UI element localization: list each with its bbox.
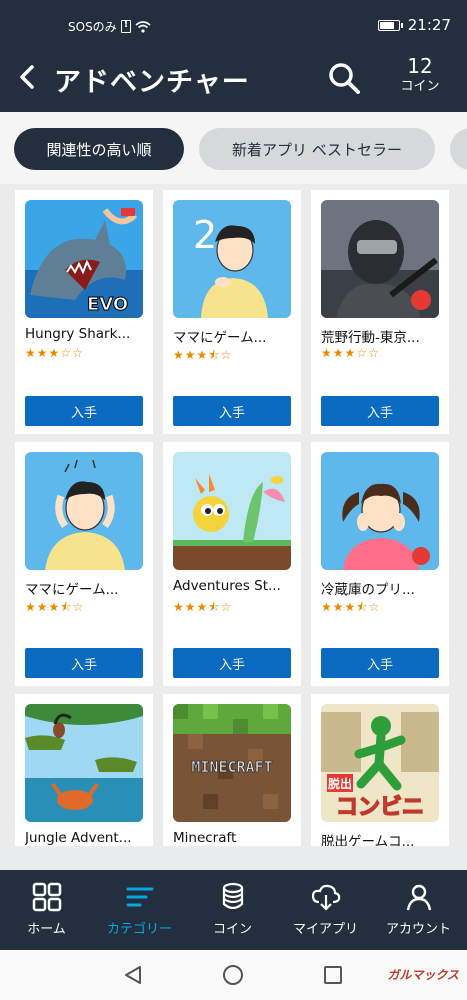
app-card[interactable]: Jungle Advent... (15, 694, 153, 846)
star-rating: ★★★☆☆ (25, 346, 84, 360)
sort-chip-new-bestseller[interactable]: 新着アプリ ベストセラー (199, 128, 435, 170)
nav-label: ホーム (27, 922, 66, 937)
sim-alert-icon (120, 19, 131, 33)
app-name: 脱出ゲームコ... (321, 834, 415, 846)
app-card[interactable]: 脱出 コンビニ 脱出ゲームコ... (311, 694, 449, 846)
sort-chip-relevance[interactable]: 関連性の高い順 (14, 128, 184, 170)
app-card[interactable]: Adventures St... ★★★⯪☆ 入手 (163, 442, 301, 686)
sort-chip-bar: 関連性の高い順 新着アプリ ベストセラー (0, 112, 467, 184)
get-button[interactable]: 入手 (25, 396, 143, 426)
categories-icon (126, 887, 153, 907)
nav-label: カテゴリー (106, 922, 172, 937)
adventures-story-icon (173, 452, 291, 570)
get-button[interactable]: 入手 (321, 648, 439, 678)
system-navigation-bar: ガルマックス (0, 950, 467, 1000)
escape-logo-text: コンビニ (336, 795, 424, 820)
app-name: 冷蔵庫のプリ... (321, 582, 415, 598)
app-name: Hungry Shark... (25, 326, 131, 342)
coins-icon (222, 882, 243, 910)
star-rating: ★★★⯪☆ (25, 600, 85, 614)
app-card[interactable]: EVO Hungry Shark... ★★★☆☆ 入手 (15, 190, 153, 434)
app-card[interactable]: 荒野行動-東京... ★★★☆☆ 入手 (311, 190, 449, 434)
star-rating: ★★★⯪☆ (173, 600, 233, 614)
nav-home[interactable]: ホーム (0, 882, 93, 937)
clock: 21:27 (407, 16, 451, 34)
hungry-shark-icon: EVO (25, 200, 143, 318)
coin-label: コイン (400, 79, 440, 94)
nav-coins[interactable]: コイン (186, 882, 279, 937)
escape-convenience-icon: 脱出 コンビニ (321, 704, 439, 822)
search-icon[interactable] (326, 60, 362, 96)
get-button[interactable]: 入手 (173, 396, 291, 426)
get-button[interactable]: 入手 (173, 648, 291, 678)
coin-balance[interactable]: 12 コイン (392, 54, 448, 96)
app-grid: EVO Hungry Shark... ★★★☆☆ 入手 2 ママにゲーム...… (0, 184, 467, 846)
back-arrow-icon[interactable] (14, 62, 40, 92)
nav-label: コイン (212, 922, 252, 937)
top-app-bar: アドベンチャー 12 コイン (0, 48, 467, 112)
get-button[interactable]: 入手 (25, 648, 143, 678)
watermark-text: ガルマックス (387, 968, 459, 982)
star-rating: ★★★⯪☆ (173, 348, 233, 362)
mama-game-2-icon: 2 (173, 200, 291, 318)
nav-label: マイアプリ (292, 922, 358, 937)
svg-text:EVO: EVO (87, 294, 128, 315)
app-card[interactable]: 冷蔵庫のプリ... ★★★⯪☆ 入手 (311, 442, 449, 686)
app-card[interactable]: 2 ママにゲーム... ★★★⯪☆ 入手 (163, 190, 301, 434)
account-icon (406, 884, 431, 911)
wifi-icon (135, 20, 151, 33)
app-name: 荒野行動-東京... (321, 330, 420, 346)
nav-account[interactable]: アカウント (372, 882, 465, 937)
mama-game-icon (25, 452, 143, 570)
nav-my-apps[interactable]: マイアプリ (279, 882, 372, 937)
home-grid-icon (32, 882, 61, 912)
knives-out-icon (321, 200, 439, 318)
battery-icon (377, 19, 403, 31)
page-title: アドベンチャー (54, 67, 250, 98)
app-name: Adventures St... (173, 578, 281, 594)
status-bar: SOSのみ 21:27 (0, 0, 467, 48)
system-home-icon[interactable] (222, 964, 244, 986)
coin-count: 12 (407, 54, 433, 78)
app-name: ママにゲーム... (173, 330, 267, 346)
app-name: Minecraft (173, 830, 237, 846)
app-card[interactable]: MINECRAFT Minecraft (163, 694, 301, 846)
app-name: ママにゲーム... (25, 582, 119, 598)
get-button[interactable]: 入手 (321, 396, 439, 426)
nav-categories[interactable]: カテゴリー (93, 882, 186, 937)
carrier-text: SOSのみ (68, 20, 117, 34)
star-rating: ★★★☆☆ (321, 346, 380, 360)
system-back-icon[interactable] (122, 964, 144, 986)
app-card[interactable]: ママにゲーム... ★★★⯪☆ 入手 (15, 442, 153, 686)
jungle-adventures-icon (25, 704, 143, 822)
bottom-navigation: ホーム カテゴリー コイン マイアプリ アカウント (0, 870, 467, 950)
pudding-icon (321, 452, 439, 570)
nav-label: アカウント (385, 922, 451, 937)
svg-text:2: 2 (193, 213, 217, 257)
minecraft-icon: MINECRAFT (173, 704, 291, 822)
star-rating: ★★★⯪☆ (321, 600, 381, 614)
sort-chip-more[interactable] (450, 128, 467, 170)
escape-badge-text: 脱出 (328, 776, 352, 791)
app-name: Jungle Advent... (25, 830, 132, 846)
minecraft-logo-text: MINECRAFT (191, 758, 272, 776)
cloud-download-icon (311, 884, 340, 911)
system-recents-icon[interactable] (322, 964, 344, 986)
